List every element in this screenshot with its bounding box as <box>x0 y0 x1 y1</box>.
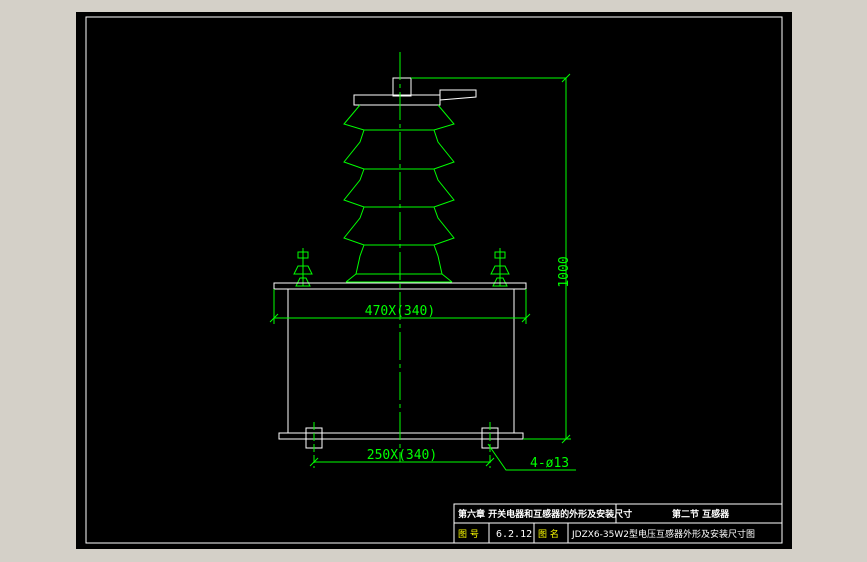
title-chapter: 第六章 开关电器和互感器的外形及安装尺寸 <box>458 508 632 520</box>
fig-name: JDZX6-35W2型电压互感器外形及安装尺寸图 <box>571 528 755 540</box>
fig-number: 6.2.12 <box>496 529 532 540</box>
transformer-drawing: 1000 470X(340) 250X(340) 4-ø13 第六章 开关电器和… <box>85 16 783 544</box>
holes-label: 4-ø13 <box>530 456 569 471</box>
height-dimension-label: 1000 <box>557 256 572 287</box>
fig-number-label: 图 号 <box>458 529 479 540</box>
top-terminal <box>353 77 566 106</box>
drawing-canvas[interactable]: 1000 470X(340) 250X(340) 4-ø13 第六章 开关电器和… <box>76 12 792 549</box>
insulator-sheds <box>343 104 455 283</box>
top-width-dimension-label: 470X(340) <box>365 304 435 319</box>
title-section: 第二节 互感器 <box>672 508 730 520</box>
drawing-frame <box>85 16 783 544</box>
right-terminal <box>490 248 510 287</box>
fig-name-label: 图 名 <box>538 528 559 540</box>
base-width-dimension-label: 250X(340) <box>367 448 437 463</box>
left-terminal <box>293 248 313 287</box>
